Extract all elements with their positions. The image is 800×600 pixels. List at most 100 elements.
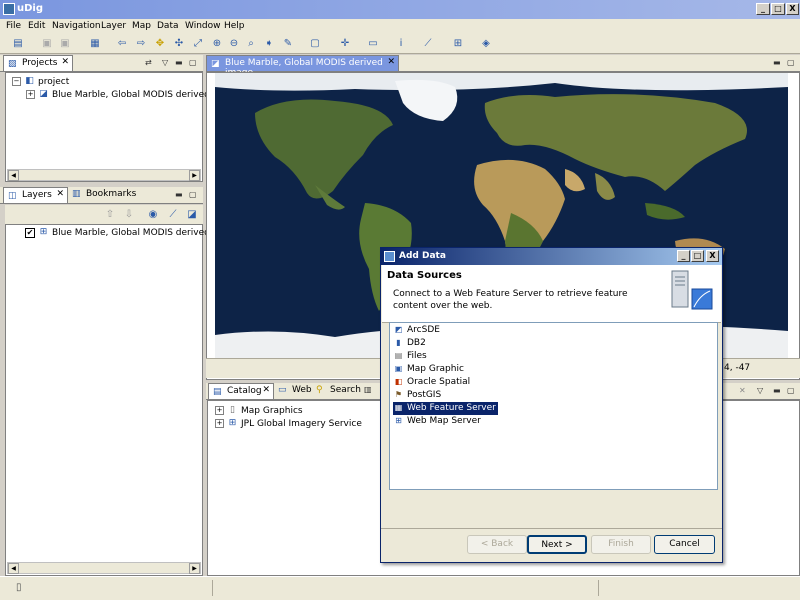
move-icon[interactable]: ✛ (338, 37, 352, 51)
layer-visibility-checkbox[interactable]: ✔ (25, 227, 35, 238)
menu-layer[interactable]: Layer (101, 21, 126, 31)
minimize-view-icon[interactable]: ▬ (175, 58, 183, 67)
geometry-icon[interactable]: ◈ (479, 37, 493, 51)
maximize-view-icon[interactable]: ▢ (787, 386, 795, 395)
next-button[interactable]: Next > (527, 535, 587, 554)
style-icon[interactable]: ⟋ (166, 208, 180, 222)
close-window-button[interactable]: X (786, 3, 799, 15)
dialog-separator (381, 528, 722, 529)
data-sources-list[interactable]: ◩ ArcSDE ▮ DB2 ▤ Files ▣ Map Graphic ◧ Oracle… (389, 322, 718, 490)
source-web-map-server[interactable]: ⊞ Web Map Server (393, 415, 483, 428)
map-icon: ◪ (211, 59, 220, 69)
expand-icon[interactable]: + (215, 419, 224, 428)
move-down-icon[interactable]: ⇩ (122, 208, 136, 222)
edit-icon[interactable]: ✎ (281, 37, 295, 51)
tab-projects[interactable]: ▨ Projects ✕ (3, 55, 73, 71)
frame-icon[interactable]: ▢ (308, 37, 322, 51)
expand-icon[interactable]: + (26, 90, 35, 99)
print-icon[interactable]: ▦ (88, 37, 102, 51)
add-layer-icon[interactable]: ◉ (146, 208, 160, 222)
scroll-right-icon[interactable]: ▶ (189, 170, 200, 181)
bookmarks-icon: ▥ (72, 189, 81, 199)
menu-help[interactable]: Help (224, 21, 245, 31)
measure-icon[interactable]: ⟋ (421, 37, 435, 51)
info-icon[interactable]: i (394, 37, 408, 51)
remove-icon[interactable]: ✕ (739, 386, 746, 395)
menu-window[interactable]: Window (185, 21, 221, 31)
tab-web[interactable]: ▭ Web (278, 385, 312, 395)
link-icon[interactable]: ⇄ (145, 58, 152, 67)
zoom-in-icon[interactable]: ⊕ (210, 37, 224, 51)
catalog-item-map-graphics[interactable]: + ▯ Map Graphics (215, 405, 303, 416)
menu-navigation[interactable]: Navigation (52, 21, 101, 31)
tab-catalog[interactable]: ▤ Catalog ✕ (208, 383, 274, 399)
catalog-item-jpl[interactable]: + ⊞ JPL Global Imagery Service (215, 418, 362, 429)
close-tab-icon[interactable]: ✕ (387, 57, 395, 67)
main-toolbar: ▤ ▣ ▣ ▦ ⇦ ⇨ ✥ ✣ ⤢ ⊕ ⊖ ⌕ ➧ ✎ ▢ ✛ ▭ i ⟋ ⊞ … (0, 34, 800, 54)
menu-map[interactable]: Map (132, 21, 151, 31)
zoom-extent-icon[interactable]: ✣ (172, 37, 186, 51)
project-node[interactable]: − ◧ project (12, 76, 69, 87)
collapse-icon[interactable]: − (12, 77, 21, 86)
source-files[interactable]: ▤ Files (393, 350, 429, 363)
source-arcsde[interactable]: ◩ ArcSDE (393, 324, 442, 337)
select-icon[interactable]: ▭ (366, 37, 380, 51)
layer-item[interactable]: ✔ ⊞ Blue Marble, Global MODIS derived imag (25, 227, 235, 238)
pan-icon[interactable]: ✥ (153, 37, 167, 51)
maximize-editor-icon[interactable]: ▢ (787, 58, 795, 67)
layers-panel: ✔ ⊞ Blue Marble, Global MODIS derived imag… (5, 224, 235, 576)
dialog-minimize-button[interactable]: _ (677, 250, 690, 262)
back-arrow-icon[interactable]: ⇦ (115, 37, 129, 51)
layers-hscrollbar[interactable]: ◀ ▶ (7, 562, 201, 574)
dialog-close-button[interactable]: X (706, 250, 719, 262)
source-postgis[interactable]: ⚑ PostGIS (393, 389, 443, 402)
dialog-title-bar[interactable]: Add Data _ □ X (381, 248, 722, 265)
window-title-bar[interactable]: uDig _ □ X (0, 0, 800, 19)
close-tab-icon[interactable]: ✕ (61, 57, 69, 67)
minimize-view-icon[interactable]: ▬ (773, 386, 781, 395)
zoom-box-icon[interactable]: ⌕ (244, 37, 258, 51)
vertex-icon[interactable]: ⊞ (451, 37, 465, 51)
finish-button[interactable]: Finish (591, 535, 651, 554)
menu-edit[interactable]: Edit (28, 21, 45, 31)
view-menu-icon[interactable]: ▽ (162, 58, 168, 67)
tab-map-editor[interactable]: ◪ Blue Marble, Global MODIS derived imag… (206, 55, 399, 78)
more-views-icon[interactable]: ▥ (364, 385, 372, 394)
minimize-editor-icon[interactable]: ▬ (773, 58, 781, 67)
scroll-left-icon[interactable]: ◀ (8, 563, 19, 574)
maximize-view-icon[interactable]: ▢ (189, 58, 197, 67)
save-all-icon[interactable]: ▣ (58, 37, 72, 51)
tab-bookmarks[interactable]: ▥ Bookmarks (72, 189, 136, 199)
maximize-view-icon[interactable]: ▢ (189, 190, 197, 199)
save-icon[interactable]: ▣ (40, 37, 54, 51)
maximize-button[interactable]: □ (771, 3, 785, 15)
forward-arrow-icon[interactable]: ⇨ (134, 37, 148, 51)
tab-layers[interactable]: ◫ Layers ✕ (3, 187, 68, 203)
minimize-button[interactable]: _ (756, 3, 770, 15)
source-db2[interactable]: ▮ DB2 (393, 337, 428, 350)
source-web-feature-server[interactable]: ▦ Web Feature Server (393, 402, 498, 415)
tab-search[interactable]: ⚲ Search (316, 385, 361, 395)
layer-props-icon[interactable]: ◪ (185, 208, 199, 222)
source-map-graphic[interactable]: ▣ Map Graphic (393, 363, 466, 376)
back-button[interactable]: < Back (467, 535, 527, 554)
close-tab-icon[interactable]: ✕ (56, 189, 64, 199)
map-node[interactable]: + ◪ Blue Marble, Global MODIS derived ima (26, 89, 229, 100)
expand-icon[interactable]: + (215, 406, 224, 415)
move-up-icon[interactable]: ⇧ (103, 208, 117, 222)
minimize-view-icon[interactable]: ▬ (175, 190, 183, 199)
view-menu-icon[interactable]: ▽ (757, 386, 763, 395)
cancel-button[interactable]: Cancel (654, 535, 715, 554)
dialog-maximize-button[interactable]: □ (691, 250, 704, 262)
projects-hscrollbar[interactable]: ◀ ▶ (7, 169, 201, 181)
scroll-left-icon[interactable]: ◀ (8, 170, 19, 181)
refresh-icon[interactable]: ➧ (262, 37, 276, 51)
zoom-full-icon[interactable]: ⤢ (191, 37, 205, 51)
new-icon[interactable]: ▤ (11, 37, 25, 51)
close-tab-icon[interactable]: ✕ (262, 385, 270, 395)
menu-data[interactable]: Data (157, 21, 179, 31)
source-oracle-spatial[interactable]: ◧ Oracle Spatial (393, 376, 472, 389)
scroll-right-icon[interactable]: ▶ (189, 563, 200, 574)
menu-file[interactable]: File (6, 21, 21, 31)
zoom-out-icon[interactable]: ⊖ (227, 37, 241, 51)
